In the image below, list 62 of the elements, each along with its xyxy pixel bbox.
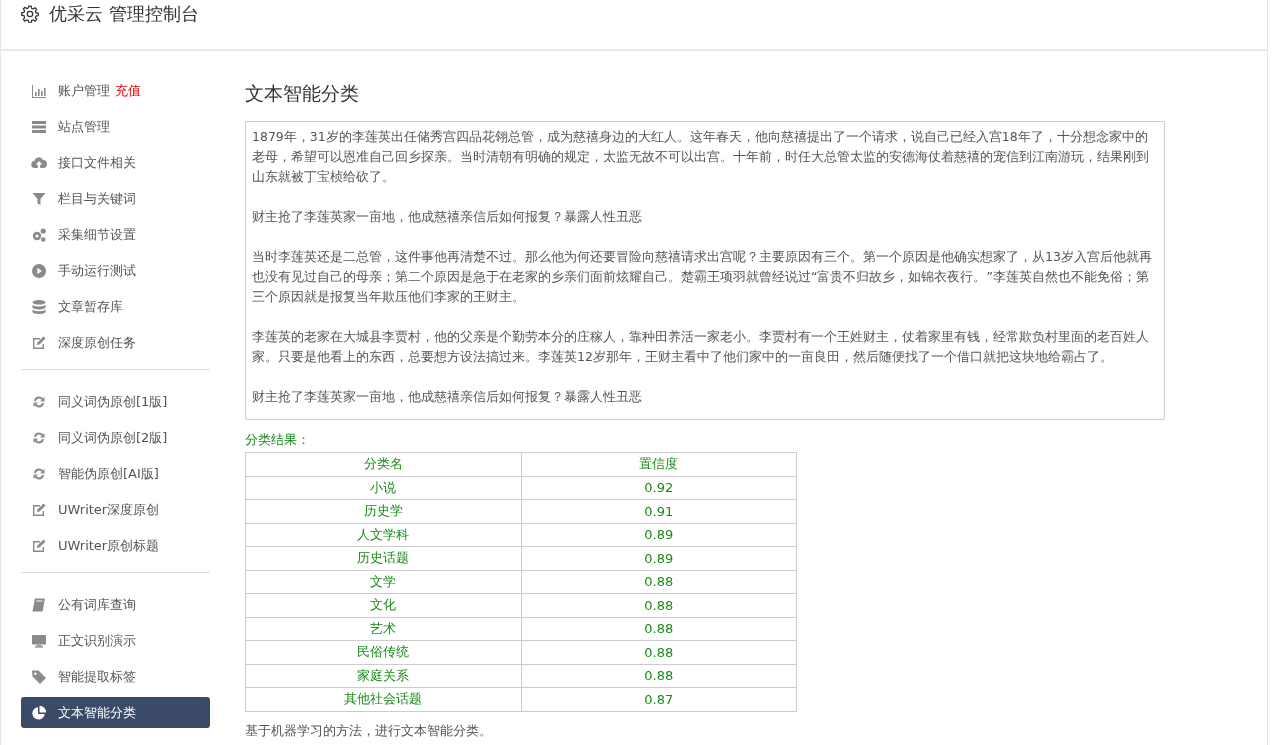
table-cell: 0.89 — [521, 523, 797, 547]
result-label: 分类结果： — [245, 432, 311, 449]
table-cell: 0.92 — [521, 476, 797, 500]
sidebar-item[interactable]: 站点管理 — [21, 111, 210, 142]
table-cell: 0.88 — [521, 570, 797, 594]
sidebar-item[interactable]: 栏目与关键词 — [21, 183, 210, 214]
page-title: 文本智能分类 — [245, 81, 360, 106]
sidebar-item[interactable]: UWriter原创标题 — [21, 530, 210, 561]
table-cell: 历史话题 — [245, 546, 521, 570]
refresh-icon — [31, 429, 47, 446]
table-cell: 0.91 — [521, 499, 797, 523]
table-cell: 家庭关系 — [245, 664, 521, 688]
sidebar-item[interactable]: 智能提取标签 — [21, 661, 210, 692]
edit-icon — [31, 501, 47, 518]
sidebar-item[interactable]: 智能伪原创[AI版] — [21, 458, 210, 489]
monitor-icon — [31, 632, 47, 649]
table-cell: 0.88 — [521, 593, 797, 617]
pie-chart-icon — [31, 704, 47, 721]
sidebar-item[interactable]: 账户管理 充值 — [21, 75, 210, 106]
sidebar-item[interactable]: 深度原创任务 — [21, 327, 210, 358]
sidebar-item[interactable]: 同义词伪原创[2版] — [21, 422, 210, 453]
sidebar-item[interactable]: 接口文件相关 — [21, 147, 210, 178]
table-cell: 小说 — [245, 476, 521, 500]
column-header: 分类名 — [245, 452, 521, 476]
refresh-icon — [31, 465, 47, 482]
server-icon — [31, 118, 47, 135]
table-cell: 0.88 — [521, 664, 797, 688]
description-text: 基于机器学习的方法，进行文本智能分类。 — [245, 722, 493, 740]
sidebar-item[interactable]: 采集细节设置 — [21, 219, 210, 250]
edit-icon — [31, 537, 47, 554]
table-cell: 0.88 — [521, 617, 797, 641]
sidebar-item[interactable]: 手动运行测试 — [21, 255, 210, 286]
console-title: 优采云 管理控制台 — [49, 4, 199, 24]
settings-icon — [21, 5, 39, 23]
cloud-upload-icon — [31, 154, 47, 171]
table-cell: 文化 — [245, 593, 521, 617]
book-icon — [31, 596, 47, 613]
table-cell: 民俗传统 — [245, 640, 521, 664]
table-cell: 艺术 — [245, 617, 521, 641]
table-cell: 0.87 — [521, 687, 797, 711]
recharge-link[interactable]: 充值 — [115, 81, 141, 100]
text-input[interactable]: 1879年，31岁的李莲英出任储秀宫四品花翎总管，成为慈禧身边的大红人。这年春天，他向慈禧提出了一个请求，说自己已经入宫18年了，十分想念家中的老母，希望可以恩准自己回乡探亲。当时清朝有明确的规定，太监无故不可以出宫。十年前，时任大总管太监的安德海仗着慈禧的宠信到江南游玩，结果刚到山东就被丁宝桢给砍了。 财主抢了李莲英家一亩地，他成慈禧亲信后如何报复？暴露人性丑恶 当时李莲英还是二总管，这件事他再清楚不过。那么他为何还要冒险向慈禧请求出宫呢？主要原因有三个。第一个原因是他确实想家了，从13岁入宫后他就再也没有见过自己的母亲；第二个原因是急于在老家的乡亲们面前炫耀自己。楚霸王项羽就曾经说过“富贵不归故乡，如锦衣夜行。”李莲英自然也不能免俗；第三个原因就是报复当年欺压他们李家的王财主。 李莲英的老家在大城县李贾村，他的父亲是个勤劳本分的庄稼人，靠种田养活一家老小。李贾村有一个王姓财主，仗着家里有钱，经常欺负村里面的老百姓人家。只要是他看上的东西，总要想方设法搞过来。李莲英12岁那年，王财主看中了他们家中的一亩良田，然后随便找了一个借口就把这块地给霸占了。 财主抢了李莲英家一亩地，他成慈禧亲信后如何报复？暴露人性丑恶 — [245, 121, 1165, 420]
table-cell: 历史学 — [245, 499, 521, 523]
sidebar-item[interactable]: 正文识别演示 — [21, 625, 210, 656]
sidebar-item[interactable]: 同义词伪原创[1版] — [21, 386, 210, 417]
filter-icon — [31, 190, 47, 207]
refresh-icon — [31, 393, 47, 410]
table-cell: 0.89 — [521, 546, 797, 570]
bar-chart-icon — [31, 82, 47, 99]
sidebar-item[interactable]: 文章暂存库 — [21, 291, 210, 322]
sidebar-item[interactable]: 公有词库查询 — [21, 589, 210, 620]
sidebar-item[interactable]: UWriter深度原创 — [21, 494, 210, 525]
play-icon — [31, 262, 47, 279]
database-icon — [31, 298, 47, 315]
table-cell: 人文学科 — [245, 523, 521, 547]
table-cell: 其他社会话题 — [245, 687, 521, 711]
table-cell: 文学 — [245, 570, 521, 594]
sidebar-item[interactable]: 文本智能分类 — [21, 697, 210, 728]
table-cell: 0.88 — [521, 640, 797, 664]
tag-icon — [31, 668, 47, 685]
column-header: 置信度 — [521, 452, 797, 476]
edit-icon — [31, 334, 47, 351]
